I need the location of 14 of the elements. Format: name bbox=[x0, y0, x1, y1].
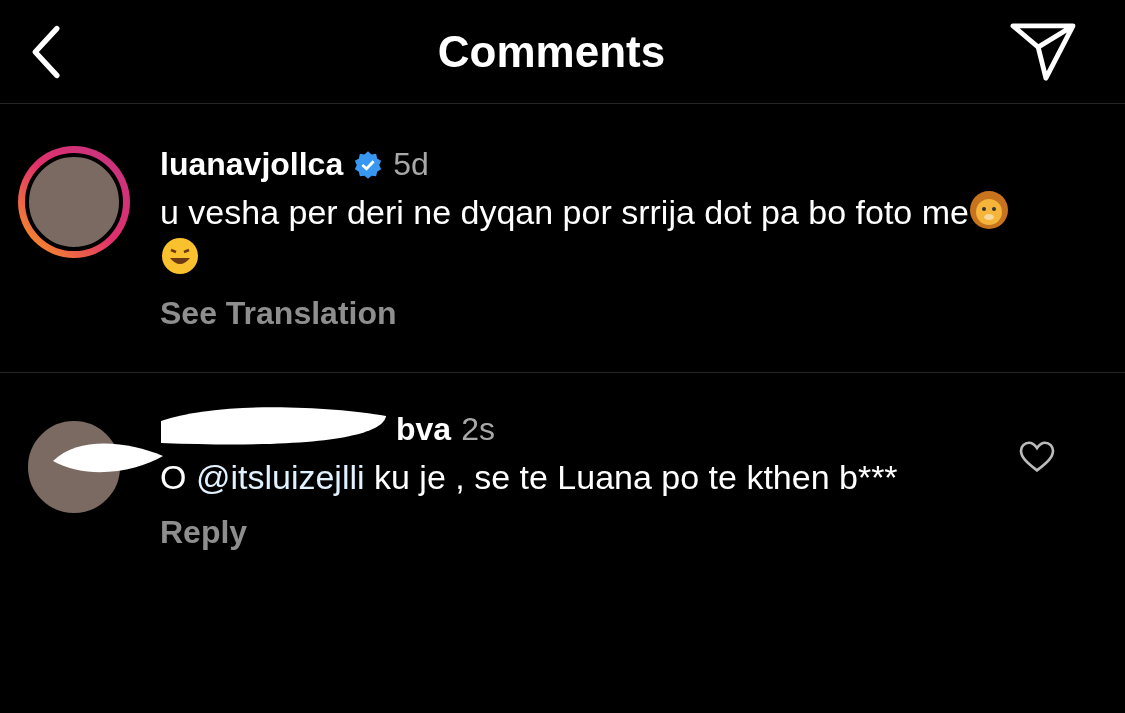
heart-icon[interactable] bbox=[1019, 441, 1055, 473]
send-icon[interactable] bbox=[1009, 21, 1077, 82]
screen-title: Comments bbox=[437, 26, 666, 77]
username[interactable]: luanavjollca bbox=[160, 146, 344, 183]
comment-action-link[interactable]: See Translation bbox=[160, 295, 397, 332]
username[interactable]: bva bbox=[396, 411, 452, 448]
comment-text: u vesha per deri ne dyqan por srrija dot pa bo foto me bbox=[160, 189, 1040, 281]
lion-face-icon bbox=[968, 190, 1009, 230]
comment-time: 5d bbox=[393, 146, 429, 183]
mention-link[interactable]: @itsluizejlli bbox=[195, 458, 365, 496]
comment-text: O @itsluizejlli ku je , se te Luana po te kthen b*** bbox=[160, 457, 899, 498]
comment-action-link[interactable]: Reply bbox=[160, 514, 248, 551]
comment-time: 2s bbox=[461, 411, 495, 448]
laughing-face-icon bbox=[160, 236, 200, 276]
